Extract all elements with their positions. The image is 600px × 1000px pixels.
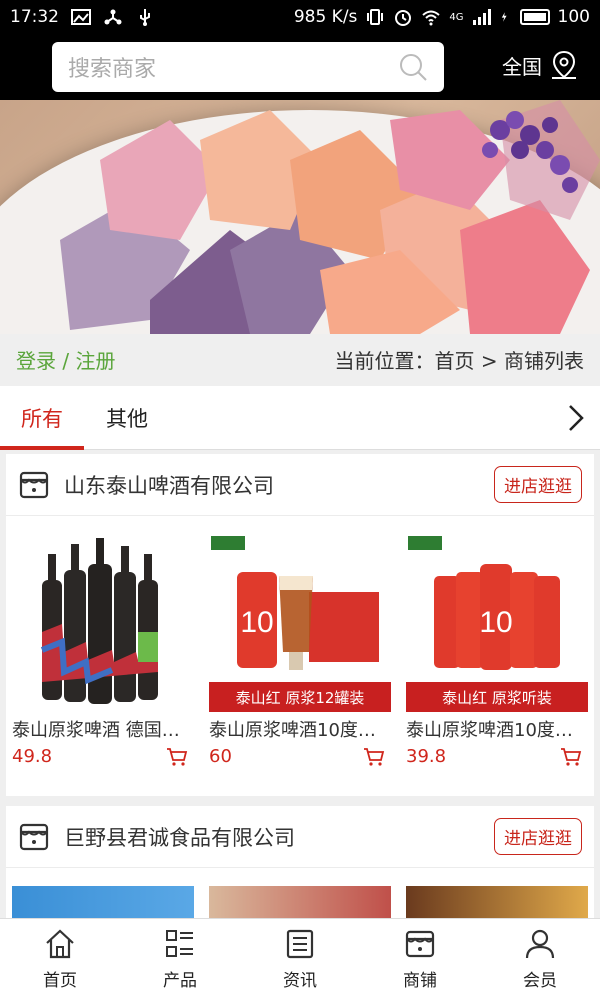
nav-products-label: 产品 xyxy=(163,971,197,991)
product-image[interactable] xyxy=(406,886,588,918)
alarm-icon xyxy=(395,10,412,26)
image-caption-text: 泰山红 原浆听装 xyxy=(442,689,552,707)
beer-cans-graphic: 10 泰山红 原浆听装 xyxy=(406,536,588,712)
product-price: 60 xyxy=(209,746,232,767)
product-name[interactable]: 泰山原浆啤酒10度原浆听装 xyxy=(406,716,588,742)
product-price: 49.8 xyxy=(12,746,53,767)
product-item[interactable]: 10 泰山红 原浆听装 泰山原浆啤酒10度原浆听装 39.8 xyxy=(406,532,588,767)
status-bar: 17:32 985 K/s 4G 100 xyxy=(0,0,600,34)
svg-text:10: 10 xyxy=(479,606,512,639)
product-name[interactable]: 泰山原浆啤酒 德国工艺 xyxy=(12,716,194,742)
location-pin-icon xyxy=(552,50,576,79)
login-register-link[interactable]: 登录 / 注册 xyxy=(16,345,115,374)
shop-card: 山东泰山啤酒有限公司 进店逛逛 泰山原浆啤酒 德国工艺 49.8 10 泰山红 … xyxy=(6,454,594,796)
signal-icon xyxy=(472,9,491,25)
cart-icon[interactable] xyxy=(363,747,385,767)
product-price: 39.8 xyxy=(406,746,447,767)
grid-list-icon xyxy=(166,930,193,957)
search-icon[interactable] xyxy=(398,52,428,82)
shop-header: 巨野县君诚食品有限公司 进店逛逛 xyxy=(6,806,594,868)
product-image[interactable]: 10 泰山红 原浆听装 xyxy=(406,532,588,712)
nav-stores[interactable]: 商铺 xyxy=(360,919,480,1000)
product-image[interactable] xyxy=(12,886,194,918)
shop-name[interactable]: 山东泰山啤酒有限公司 xyxy=(64,470,494,500)
home-icon xyxy=(46,929,74,959)
store-icon xyxy=(405,930,435,958)
enter-shop-button[interactable]: 进店逛逛 xyxy=(494,466,582,503)
store-icon xyxy=(19,471,49,498)
image-caption-text: 泰山红 原浆12罐装 xyxy=(236,689,365,707)
category-tabs: 所有 其他 xyxy=(0,386,600,450)
nav-news-label: 资讯 xyxy=(283,971,317,991)
shop-header: 山东泰山啤酒有限公司 进店逛逛 xyxy=(6,454,594,516)
battery-icon xyxy=(519,9,550,25)
search-placeholder: 搜索商家 xyxy=(68,57,157,82)
nav-home-label: 首页 xyxy=(43,971,77,991)
shop-card: 巨野县君诚食品有限公司 进店逛逛 xyxy=(6,806,594,918)
header-bar: 搜索商家 全国 xyxy=(0,34,600,100)
search-input[interactable]: 搜索商家 xyxy=(52,42,444,92)
product-list xyxy=(6,868,594,918)
region-selector[interactable]: 全国 xyxy=(502,50,578,80)
beer-bottles-graphic xyxy=(40,538,158,704)
wifi-icon xyxy=(422,10,441,26)
breadcrumb-bar: 登录 / 注册 当前位置：首页 > 商铺列表 xyxy=(0,334,600,384)
product-item[interactable]: 泰山原浆啤酒 德国工艺 49.8 xyxy=(12,532,194,767)
charging-icon xyxy=(501,12,507,22)
nav-products[interactable]: 产品 xyxy=(120,919,240,1000)
banner-image[interactable] xyxy=(0,100,600,334)
svg-text:10: 10 xyxy=(240,606,273,639)
cart-icon[interactable] xyxy=(560,747,582,767)
store-icon xyxy=(19,823,49,850)
breadcrumb: 当前位置：首页 > 商铺列表 xyxy=(334,348,584,373)
chevron-right-icon[interactable] xyxy=(566,404,586,432)
product-item[interactable]: 10 泰山红 原浆12罐装 泰山原浆啤酒10度原浆12罐装 60 xyxy=(209,532,391,767)
region-label: 全国 xyxy=(502,54,542,79)
user-icon xyxy=(525,929,555,959)
nav-member-label: 会员 xyxy=(523,971,557,991)
status-time: 17:32 xyxy=(10,7,59,27)
network-type: 4G xyxy=(449,11,464,23)
tab-other[interactable]: 其他 xyxy=(84,386,170,450)
shop-name[interactable]: 巨野县君诚食品有限公司 xyxy=(64,822,494,852)
vibrate-icon xyxy=(367,9,384,25)
usb-icon xyxy=(140,9,150,26)
nav-stores-label: 商铺 xyxy=(403,971,437,991)
tab-all[interactable]: 所有 xyxy=(0,386,84,450)
image-notification-icon xyxy=(71,9,91,25)
network-speed: 985 K/s xyxy=(293,7,358,27)
product-list: 泰山原浆啤酒 德国工艺 49.8 10 泰山红 原浆12罐装 泰山原浆啤酒10度… xyxy=(6,516,594,767)
battery-level: 100 xyxy=(557,7,590,27)
nav-member[interactable]: 会员 xyxy=(480,919,600,1000)
cart-icon[interactable] xyxy=(166,747,188,767)
product-image[interactable] xyxy=(209,886,391,918)
product-image[interactable]: 10 泰山红 原浆12罐装 xyxy=(209,532,391,712)
nav-news[interactable]: 资讯 xyxy=(240,919,360,1000)
product-name[interactable]: 泰山原浆啤酒10度原浆12罐装 xyxy=(209,716,391,742)
beer-cans-box-graphic: 10 泰山红 原浆12罐装 xyxy=(209,536,391,712)
product-image[interactable] xyxy=(12,532,194,712)
lavender-graphic xyxy=(482,111,578,193)
news-icon xyxy=(286,929,314,959)
enter-shop-button[interactable]: 进店逛逛 xyxy=(494,818,582,855)
nav-home[interactable]: 首页 xyxy=(0,919,120,1000)
bottom-nav: 首页 产品 资讯 商铺 会员 xyxy=(0,918,600,1000)
share-icon xyxy=(104,9,122,25)
